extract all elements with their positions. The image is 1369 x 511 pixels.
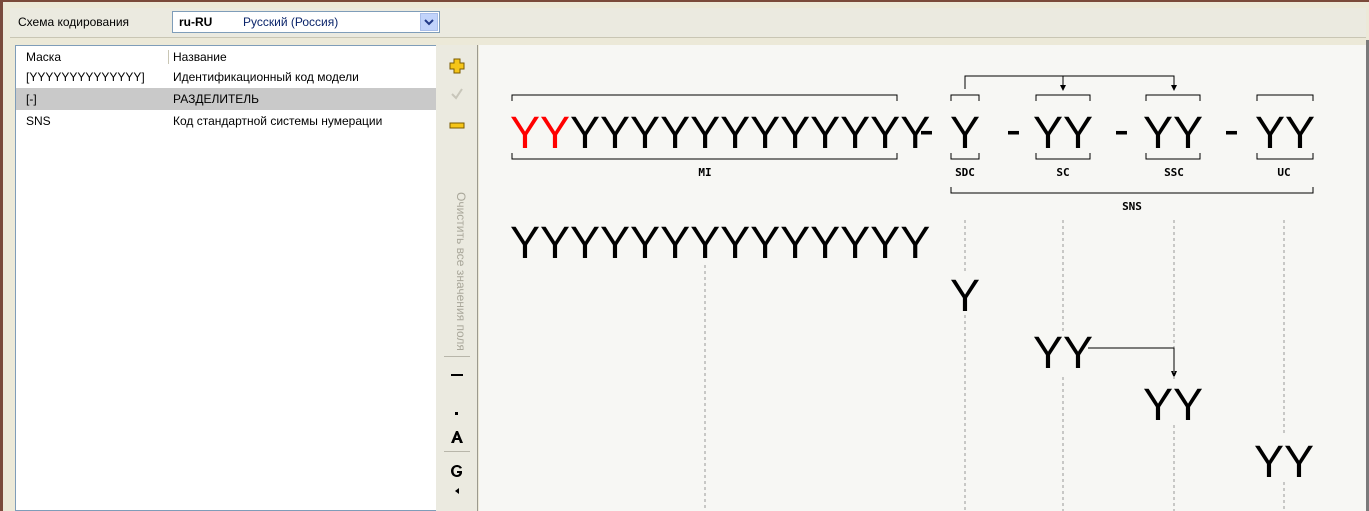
mask-model-id-highlight: YY [510,107,570,158]
mask-list[interactable]: Маска Название [YYYYYYYYYYYYYY] Идентифи… [15,45,436,511]
separator-1: - [919,104,934,155]
row-mask: SNS [26,114,51,128]
list-row[interactable]: SNS Код стандартной системы нумерации [16,110,436,132]
row-name: Код стандартной системы нумерации [173,114,383,128]
row-name: РАЗДЕЛИТЕЛЬ [173,92,260,106]
add-icon[interactable] [449,58,465,74]
sc-to-ssc-connector [1088,347,1175,371]
font-a-icon[interactable] [450,430,464,444]
decomposed-uc: YY [1254,436,1314,487]
mask-symbols: YYYYYYYYYYYYYY - Y - YY - YY - YY YYYYYY… [510,104,1315,487]
label-uc: UC [1277,166,1290,179]
mask-sc: YY [1033,107,1093,158]
remove-icon[interactable] [449,122,465,130]
encoding-label: Схема кодирования [18,15,130,29]
dot-icon[interactable] [455,412,459,416]
separator-3: - [1114,104,1129,155]
segment-labels: MI SDC SC SSC UC SNS [698,166,1290,213]
divider [444,451,470,452]
column-header-name[interactable]: Название [173,50,227,64]
clear-all-values-label[interactable]: Очистить все значения поля [448,192,468,392]
check-icon[interactable] [450,87,464,101]
decomposed-sdc: Y [950,270,980,321]
separator-2: - [1006,104,1021,155]
column-header-mask[interactable]: Маска [26,50,61,64]
decomposed-sc: YY [1033,327,1093,378]
encoding-select[interactable]: ru-RU Русский (Россия) [172,11,440,33]
mask-diagram-canvas: YYYYYYYYYYYYYY - Y - YY - YY - YY YYYYYY… [479,45,1366,511]
dash-icon[interactable] [451,373,463,377]
mask-sdc: Y [950,107,980,158]
decomposed-model-id: YYYYYYYYYYYYYY [510,217,930,268]
label-sdc: SDC [955,166,975,179]
label-ssc: SSC [1164,166,1184,179]
label-sns: SNS [1122,200,1142,213]
mask-model-id-rest: YYYYYYYYYYYY [570,107,930,158]
encoding-code: ru-RU [179,15,213,29]
separator-4: - [1224,104,1239,155]
scroll-left-arrow-icon[interactable] [454,487,460,495]
mask-model-id: YYYYYYYYYYYYYY [510,107,930,158]
column-divider[interactable] [168,50,169,64]
divider [444,356,470,357]
window-left-border [0,2,3,511]
list-row-selected[interactable]: [-] РАЗДЕЛИТЕЛЬ [16,88,436,110]
encoding-name: Русский (Россия) [243,15,339,29]
row-name: Идентификационный код модели [173,70,359,84]
field-tool-sidebar: Очистить все значения поля [436,45,478,511]
window-top-border [0,0,1369,2]
font-g-icon[interactable] [450,464,464,478]
row-mask: [YYYYYYYYYYYYYY] [26,70,145,84]
chevron-down-icon[interactable] [420,13,438,31]
mask-uc: YY [1255,107,1315,158]
label-sc: SC [1056,166,1069,179]
mask-ssc: YY [1143,107,1203,158]
label-mi: MI [698,166,711,179]
list-header: Маска Название [16,46,436,66]
list-row[interactable]: [YYYYYYYYYYYYYY] Идентификационный код м… [16,66,436,88]
mask-structure-diagram: YYYYYYYYYYYYYY - Y - YY - YY - YY YYYYYY… [510,75,1315,511]
row-mask: [-] [26,92,37,106]
decomposed-ssc: YY [1143,379,1203,430]
